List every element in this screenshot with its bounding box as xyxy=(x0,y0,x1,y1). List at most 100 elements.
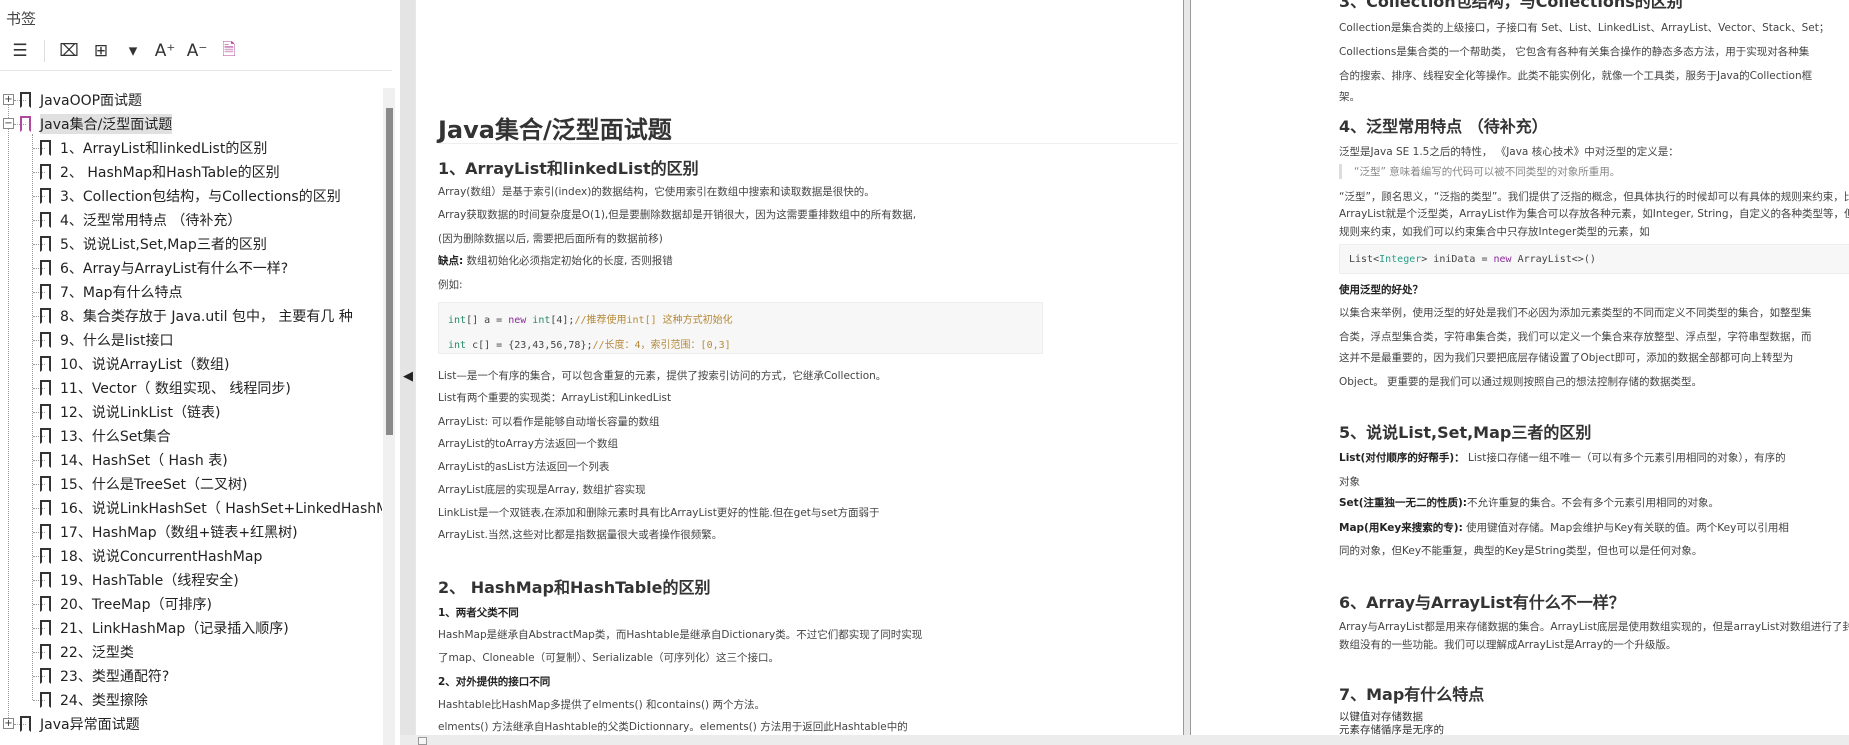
bookmark-item[interactable]: 18、说说ConcurrentHashMap xyxy=(40,544,262,568)
subheading: 2、对外提供的接口不同 xyxy=(438,676,551,688)
toolbar-divider xyxy=(44,40,45,62)
subheading: 使用泛型的好处？ xyxy=(1339,284,1423,296)
collapse-panel-icon[interactable]: ◀ xyxy=(403,369,413,384)
bookmark-toolbar: ☰ ⌧ ⊞ ▾ A⁺ A⁻ 🗎 xyxy=(6,38,243,64)
paragraph: 对象 xyxy=(1339,476,1360,488)
bookmark-item[interactable]: 16、说说LinkHashSet（ HashSet+LinkedHashMap) xyxy=(40,496,382,520)
bookmark-item[interactable]: 7、Map有什么特点 xyxy=(40,280,182,304)
paragraph: Collections是集合类的一个帮助类， 它包含有各种有关集合操作的静态多态… xyxy=(1339,46,1810,58)
paragraph: 例如: xyxy=(438,279,463,291)
bookmark-icon xyxy=(40,572,51,588)
expand-toggle-icon[interactable]: + xyxy=(3,718,14,729)
bookmark-item[interactable]: 23、类型通配符? xyxy=(40,664,169,688)
sidebar-scrollbar-thumb[interactable] xyxy=(386,108,393,435)
bookmark-item[interactable]: 17、HashMap（数组+链表+红黑树) xyxy=(40,520,298,544)
bookmark-icon xyxy=(20,116,31,132)
bookmark-label: 19、HashTable（线程安全) xyxy=(60,573,239,589)
bookmark-item[interactable]: Java异常面试题 xyxy=(20,712,140,736)
bookmark-icon xyxy=(40,236,51,252)
bookmark-icon xyxy=(40,644,51,660)
bookmark-icon xyxy=(40,452,51,468)
bookmark-item[interactable]: 8、集合类存放于 Java.util 包中， 主要有几 种 xyxy=(40,304,353,328)
bookmark-properties-icon[interactable]: 🗎 xyxy=(215,38,243,64)
bookmark-dropdown-icon[interactable]: ▾ xyxy=(119,38,147,64)
bookmark-item[interactable]: 10、说说ArrayList（数组) xyxy=(40,352,229,376)
bookmark-item[interactable]: 13、什么Set集合 xyxy=(40,424,171,448)
paragraph: List—是一个有序的集合，可以包含重复的元素，提供了按索引访问的方式，它继承C… xyxy=(438,370,887,382)
section-heading: 1、ArrayList和linkedList的区别 xyxy=(438,159,699,178)
bookmark-icon xyxy=(40,164,51,180)
section-heading: 5、说说List,Set,Map三者的区别 xyxy=(1339,423,1592,442)
bookmark-item[interactable]: 14、HashSet（ Hash 表) xyxy=(40,448,228,472)
bookmark-label: 1、ArrayList和linkedList的区别 xyxy=(60,141,268,157)
bookmark-icon xyxy=(20,716,31,732)
blockquote: “泛型” 意味着编写的代码可以被不同类型的对象所重用。 xyxy=(1339,164,1620,179)
paragraph: 以集合来举例，使用泛型的好处是我们不必因为添加元素类型的不同而定义不同类型的集合… xyxy=(1339,307,1812,319)
section-heading: 7、Map有什么特点 xyxy=(1339,685,1485,704)
panel-title: 书签 xyxy=(6,10,37,28)
bookmark-icon xyxy=(20,92,31,108)
bookmark-item[interactable]: 9、什么是list接口 xyxy=(40,328,173,352)
bookmark-label: 16、说说LinkHashSet（ HashSet+LinkedHashMap) xyxy=(60,501,382,517)
expand-toggle-icon[interactable]: + xyxy=(3,94,14,105)
bookmark-item[interactable]: 21、LinkHashMap（记录插入顺序) xyxy=(40,616,289,640)
bookmark-label: 24、类型擦除 xyxy=(60,693,148,709)
bookmark-item[interactable]: 22、泛型类 xyxy=(40,640,134,664)
bookmark-item[interactable]: Java集合/泛型面试题 xyxy=(20,112,173,136)
bookmark-label: Java集合/泛型面试题 xyxy=(40,114,173,134)
bookmark-item[interactable]: 11、Vector（ 数组实现、 线程同步) xyxy=(40,376,291,400)
paragraph: 缺点: 数组初始化必须指定初始化的长度, 否则报错 xyxy=(438,253,673,268)
collapse-toggle-icon[interactable]: − xyxy=(3,118,14,129)
paragraph-text: 数组初始化必须指定初始化的长度, 否则报错 xyxy=(463,255,673,267)
bookmark-item[interactable]: 19、HashTable（线程安全) xyxy=(40,568,239,592)
paragraph: ArrayList: 可以看作是能够自动增长容量的数组 xyxy=(438,416,660,428)
decrease-font-icon[interactable]: A⁻ xyxy=(183,38,211,64)
bookmark-item[interactable]: 20、TreeMap（可排序) xyxy=(40,592,212,616)
bookmark-label: 3、Collection包结构，与Collections的区别 xyxy=(60,189,341,205)
bold-label: 缺点: xyxy=(438,255,464,267)
bookmark-item[interactable]: 15、什么是TreeSet（二叉树) xyxy=(40,472,247,496)
bookmark-icon xyxy=(40,548,51,564)
paragraph: elments() 方法继承自Hashtable的父类Dictionnary。e… xyxy=(438,721,908,733)
delete-bookmark-icon[interactable]: ⌧ xyxy=(55,38,83,64)
scroll-corner-box xyxy=(418,737,427,745)
bookmark-label: 4、泛型常用特点 （待补充） xyxy=(60,213,242,229)
paragraph: 泛型是Java SE 1.5之后的特性， 《Java 核心技术》中对泛型的定义是… xyxy=(1339,146,1679,158)
paragraph: (因为删除数据以后, 需要把后面所有的数据前移) xyxy=(438,233,663,245)
add-bookmark-icon[interactable]: ⊞ xyxy=(87,38,115,64)
bookmark-item[interactable]: 3、Collection包结构，与Collections的区别 xyxy=(40,184,341,208)
bookmark-label: 5、说说List,Set,Map三者的区别 xyxy=(60,237,267,253)
paragraph: Collection是集合类的上级接口，子接口有 Set、List、Linked… xyxy=(1339,22,1830,34)
paragraph: Array与ArrayList都是用来存储数据的集合。ArrayList底层是使… xyxy=(1339,621,1849,633)
bookmark-item[interactable]: 12、说说LinkList（链表) xyxy=(40,400,220,424)
title-rule xyxy=(438,143,1178,144)
bookmark-item[interactable]: 2、 HashMap和HashTable的区别 xyxy=(40,160,280,184)
bookmark-item[interactable]: 4、泛型常用特点 （待补充） xyxy=(40,208,241,232)
page-title: Java集合/泛型面试题 xyxy=(438,116,672,144)
paragraph: ArrayList底层的实现是Array, 数组扩容实现 xyxy=(438,484,646,496)
bookmark-icon xyxy=(40,620,51,636)
code-line: List<Integer> iniData = new ArrayList<>(… xyxy=(1349,254,1596,265)
bookmark-icon xyxy=(40,356,51,372)
bookmark-label: 20、TreeMap（可排序) xyxy=(60,597,212,613)
paragraph: “泛型”，顾名思义，“泛指的类型”。我们提供了泛指的概念，但具体执行的时候却可以… xyxy=(1339,191,1849,203)
bookmark-item[interactable]: 24、类型擦除 xyxy=(40,688,148,712)
bookmark-item[interactable]: 1、ArrayList和linkedList的区别 xyxy=(40,136,267,160)
paragraph: 数组没有的一些功能。我们可以理解成ArrayList是Array的一个升级版。 xyxy=(1339,639,1677,651)
bookmark-icon xyxy=(40,404,51,420)
section-heading: 3、Collection包结构，与Collections的区别 xyxy=(1339,0,1683,11)
bookmark-label: 7、Map有什么特点 xyxy=(60,285,183,301)
bookmark-item[interactable]: 6、Array与ArrayList有什么不一样? xyxy=(40,256,288,280)
paragraph: 了map、Cloneable（可复制）、Serializable（可序列化）这三… xyxy=(438,652,779,664)
bookmark-item[interactable]: 5、说说List,Set,Map三者的区别 xyxy=(40,232,267,256)
increase-font-icon[interactable]: A⁺ xyxy=(151,38,179,64)
bookmark-item[interactable]: JavaOOP面试题 xyxy=(20,88,142,112)
outline-view-icon[interactable]: ☰ xyxy=(6,38,34,64)
bookmark-icon xyxy=(40,476,51,492)
bookmark-icon xyxy=(40,500,51,516)
bookmark-icon xyxy=(40,212,51,228)
bookmark-label: 21、LinkHashMap（记录插入顺序) xyxy=(60,621,289,637)
horizontal-scrollbar[interactable] xyxy=(400,735,1849,745)
bookmark-label: 18、说说ConcurrentHashMap xyxy=(60,549,263,565)
bookmark-icon xyxy=(40,692,51,708)
